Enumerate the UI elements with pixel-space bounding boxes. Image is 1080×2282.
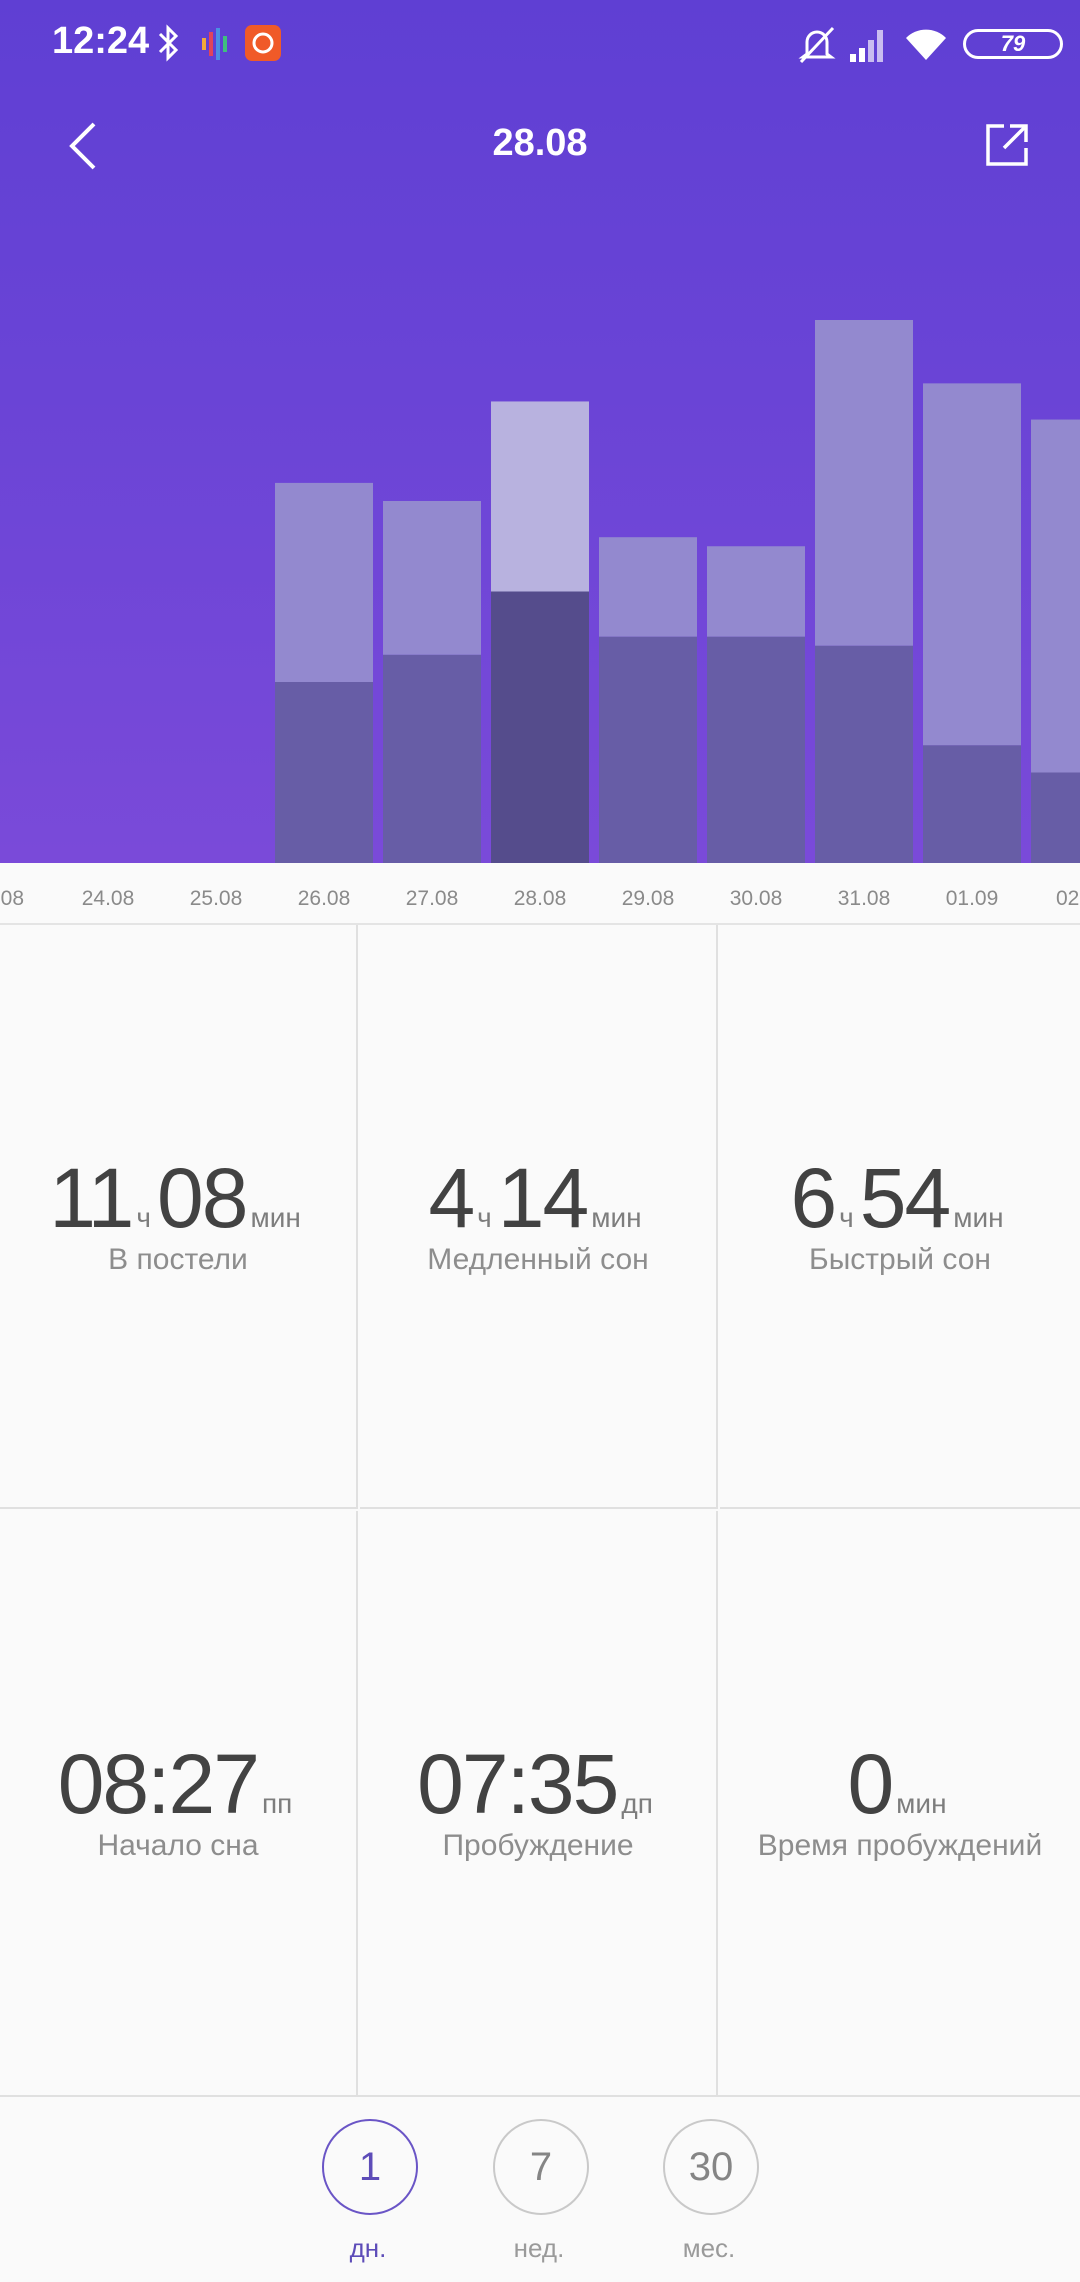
stat-minutes-unit: мин <box>591 1202 642 1233</box>
bell-muted-icon <box>798 26 836 64</box>
stat-label: Начало сна <box>97 1829 259 1862</box>
bar-light-sleep-31.08[interactable] <box>815 320 913 646</box>
stat-light-sleep: 6 ч54 мин Быстрый сон <box>720 925 1080 1509</box>
stat-sleep-start: 08:27 пп Начало сна <box>0 1511 358 2095</box>
date-axis: 08 24.08 25.08 26.08 27.08 28.08 29.08 30.08 31.… <box>0 863 1080 925</box>
signal-icon <box>850 30 883 62</box>
date-axis-labels: 08 24.08 25.08 26.08 27.08 28.08 29.08 30.08 31.… <box>1 887 1080 910</box>
stat-wake-up: 07:35 дп Пробуждение <box>360 1511 718 2095</box>
stat-hours-unit: ч <box>839 1202 854 1233</box>
bar-deep-sleep-29.08[interactable] <box>599 636 697 863</box>
bar-deep-sleep-27.08[interactable] <box>383 654 481 863</box>
bar-deep-sleep-30.08[interactable] <box>707 636 805 863</box>
bar-deep-sleep-02.[interactable] <box>1031 772 1080 864</box>
stat-in-bed: 11 ч08 мин В постели <box>0 925 358 1509</box>
share-icon[interactable] <box>982 120 1032 170</box>
bar-deep-sleep-01.09[interactable] <box>923 745 1021 863</box>
stat-minutes: 08 <box>157 1151 248 1245</box>
period-selector: 1 7 30 дн. нед. мес. <box>0 2095 1080 2282</box>
stat-time: 08:27 <box>57 1737 260 1831</box>
period-day-label: дн. <box>349 2233 387 2263</box>
stat-time-suffix: пп <box>261 1788 293 1819</box>
stat-minutes-unit: мин <box>250 1202 301 1233</box>
bar-deep-sleep-26.08[interactable] <box>275 682 373 863</box>
date-tick-label: 01.09 <box>946 887 999 910</box>
mi-fit-app-icon <box>245 25 281 61</box>
bar-light-sleep-27.08[interactable] <box>383 501 481 655</box>
bar-deep-sleep-28.08[interactable] <box>491 591 589 864</box>
bar-light-sleep-26.08[interactable] <box>275 482 373 682</box>
stat-awake-time: 0 мин Время пробуждений <box>720 1511 1080 2095</box>
stat-value-unit: мин <box>896 1788 947 1819</box>
stat-time: 07:35 <box>417 1737 619 1831</box>
period-week-label: нед. <box>513 2233 565 2263</box>
stats-grid: 11 ч08 мин В постели 4 ч14 мин Медленный сон… <box>0 925 1080 2095</box>
period-month-button[interactable]: 30 <box>663 2119 759 2215</box>
bar-light-sleep-01.09[interactable] <box>923 383 1021 746</box>
date-tick-label: 28.08 <box>514 887 567 910</box>
date-tick-label: 24.08 <box>82 887 135 910</box>
period-day-button[interactable]: 1 <box>322 2119 418 2215</box>
date-tick-label: 26.08 <box>298 887 351 910</box>
stat-label: Пробуждение <box>442 1829 634 1862</box>
stat-label: В постели <box>108 1243 248 1276</box>
period-month-label: мес. <box>682 2233 736 2263</box>
stat-label: Медленный сон <box>427 1243 649 1276</box>
bar-light-sleep-28.08[interactable] <box>491 401 589 592</box>
date-tick-label: 30.08 <box>730 887 783 910</box>
date-tick-label: 02. <box>1056 887 1080 910</box>
app-notification-icon <box>202 28 227 60</box>
wifi-icon <box>906 29 946 60</box>
stat-label: Быстрый сон <box>809 1243 991 1276</box>
stat-hours-unit: ч <box>477 1202 492 1233</box>
bar-light-sleep-29.08[interactable] <box>599 537 697 637</box>
stat-hours: 6 <box>790 1151 837 1245</box>
stat-deep-sleep: 4 ч14 мин Медленный сон <box>360 925 718 1509</box>
stat-minutes: 54 <box>859 1151 951 1245</box>
date-tick-label: 31.08 <box>838 887 891 910</box>
date-tick-label: 08 <box>1 887 24 910</box>
stat-time-suffix: дп <box>621 1788 653 1819</box>
stat-minutes: 14 <box>497 1151 589 1245</box>
period-week-button[interactable]: 7 <box>493 2119 589 2215</box>
bar-light-sleep-30.08[interactable] <box>707 546 805 637</box>
date-tick-label: 29.08 <box>622 887 675 910</box>
bluetooth-icon <box>158 24 179 62</box>
date-tick-label: 25.08 <box>190 887 243 910</box>
date-tick-label: 27.08 <box>406 887 459 910</box>
bar-light-sleep-02.[interactable] <box>1031 419 1080 773</box>
header: 12:24 79 28.08 <box>0 0 1080 863</box>
stat-value: 0 <box>847 1737 894 1831</box>
stat-hours: 4 <box>428 1151 475 1245</box>
stat-label: Время пробуждений <box>757 1829 1043 1862</box>
status-time: 12:24 <box>52 20 150 62</box>
stat-minutes-unit: мин <box>953 1202 1004 1233</box>
stat-hours: 11 <box>49 1151 134 1245</box>
battery-indicator: 79 <box>963 29 1063 59</box>
page-title: 28.08 <box>492 122 588 164</box>
stat-hours-unit: ч <box>136 1202 151 1233</box>
bar-deep-sleep-31.08[interactable] <box>815 645 913 863</box>
